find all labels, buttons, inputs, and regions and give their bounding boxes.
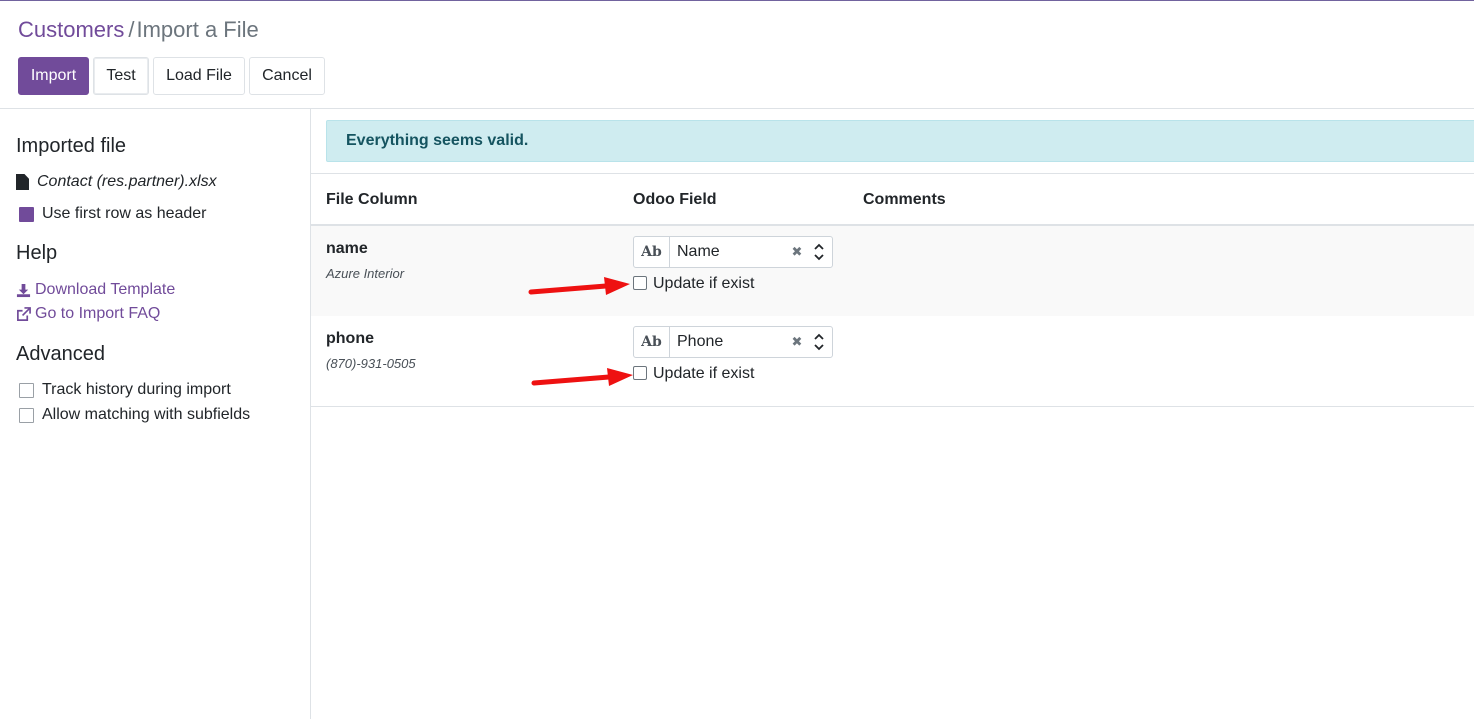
imported-file-row: Contact (res.partner).xlsx — [16, 173, 217, 191]
allow-matching-checkbox[interactable] — [19, 407, 34, 423]
breadcrumb-current: Import a File — [136, 17, 259, 42]
control-panel: Customers/Import a File Import Test Load… — [0, 1, 1474, 109]
external-link-icon — [17, 306, 31, 321]
annotation-arrow-icon — [528, 277, 630, 295]
breadcrumb-separator: / — [128, 17, 135, 42]
import-preview-main: Everything seems valid. File Column Odoo… — [311, 109, 1474, 719]
import-options-sidebar: Imported file Contact (res.partner).xlsx… — [0, 109, 311, 719]
file-icon — [16, 174, 29, 190]
cancel-button[interactable]: Cancel — [249, 57, 325, 95]
update-if-exist-option[interactable]: Update if exist — [633, 365, 754, 383]
char-type-badge: Ab — [634, 327, 670, 357]
header-file-column: File Column — [326, 191, 418, 208]
table-header: File Column Odoo Field Comments — [311, 173, 1474, 226]
breadcrumb-customers-link[interactable]: Customers — [18, 17, 124, 42]
first-row-header-checkbox[interactable] — [19, 206, 34, 222]
import-button[interactable]: Import — [18, 57, 89, 95]
file-column-name: phone — [326, 330, 374, 347]
download-template-label[interactable]: Download Template — [35, 281, 175, 299]
header-odoo-field: Odoo Field — [633, 191, 717, 208]
table-row: name Azure Interior Ab Name ✖ Update if … — [311, 226, 1474, 317]
file-column-sample: Azure Interior — [326, 266, 405, 281]
download-icon — [16, 283, 31, 297]
help-heading: Help — [16, 242, 58, 264]
odoo-field-value[interactable]: Name — [670, 243, 790, 261]
advanced-heading: Advanced — [16, 343, 105, 365]
odoo-field-select[interactable]: Ab Name ✖ — [633, 236, 833, 268]
clear-icon[interactable]: ✖ — [790, 334, 804, 350]
download-template-link[interactable]: Download Template — [16, 281, 175, 299]
imported-file-heading: Imported file — [16, 135, 127, 157]
table-row: phone (870)-931-0505 Ab Phone ✖ Update i… — [311, 316, 1474, 407]
update-if-exist-checkbox[interactable] — [633, 275, 647, 290]
track-history-option[interactable]: Track history during import — [16, 381, 231, 399]
update-if-exist-option[interactable]: Update if exist — [633, 275, 754, 293]
odoo-field-value[interactable]: Phone — [670, 333, 790, 351]
breadcrumb: Customers/Import a File — [18, 17, 259, 43]
allow-matching-option[interactable]: Allow matching with subfields — [16, 406, 250, 424]
updown-icon[interactable] — [812, 332, 826, 352]
header-comments: Comments — [863, 191, 946, 208]
allow-matching-label: Allow matching with subfields — [42, 406, 251, 423]
odoo-field-select[interactable]: Ab Phone ✖ — [633, 326, 833, 358]
first-row-header-option[interactable]: Use first row as header — [16, 205, 207, 223]
imported-file-name: Contact (res.partner).xlsx — [37, 173, 217, 190]
test-button[interactable]: Test — [93, 57, 149, 95]
validation-alert: Everything seems valid. — [326, 120, 1474, 162]
annotation-arrow-icon — [531, 368, 633, 386]
load-file-button[interactable]: Load File — [153, 57, 245, 95]
file-column-name: name — [326, 240, 368, 257]
clear-icon[interactable]: ✖ — [790, 244, 804, 260]
update-if-exist-label: Update if exist — [653, 365, 755, 382]
update-if-exist-label: Update if exist — [653, 275, 755, 292]
track-history-label: Track history during import — [42, 381, 231, 398]
import-faq-link[interactable]: Go to Import FAQ — [16, 305, 160, 323]
char-type-badge: Ab — [634, 237, 670, 267]
file-column-sample: (870)-931-0505 — [326, 356, 416, 371]
updown-icon[interactable] — [812, 242, 826, 262]
update-if-exist-checkbox[interactable] — [633, 365, 647, 380]
import-faq-label[interactable]: Go to Import FAQ — [35, 305, 160, 323]
track-history-checkbox[interactable] — [19, 382, 34, 398]
first-row-header-label: Use first row as header — [42, 205, 207, 222]
